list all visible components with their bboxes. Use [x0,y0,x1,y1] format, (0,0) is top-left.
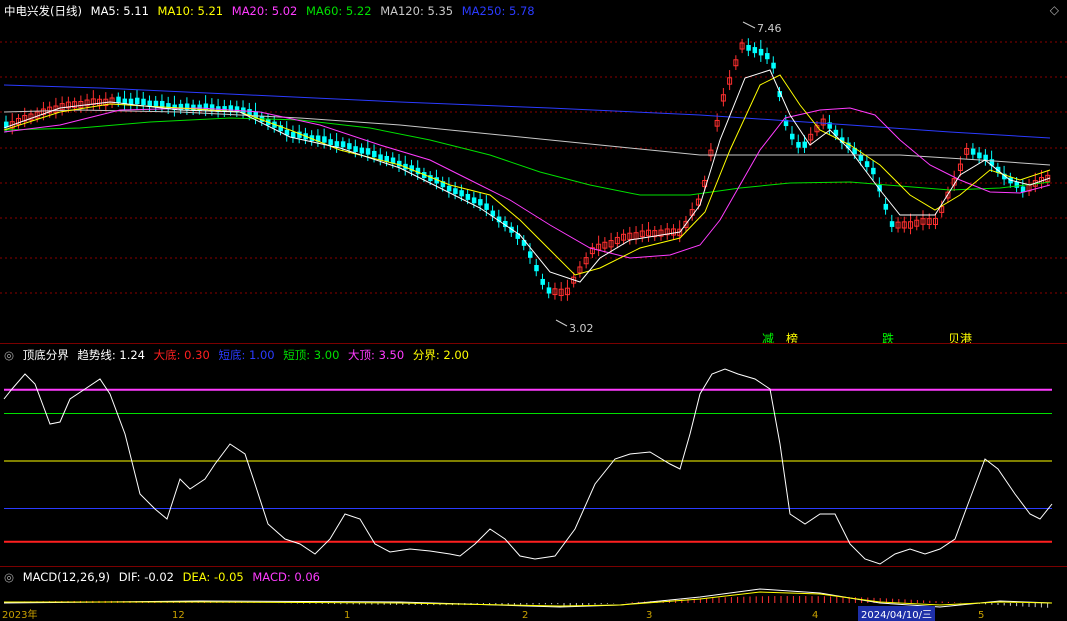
indicator-item: 短底: 1.00 [218,348,275,362]
candle-body [191,104,196,111]
candle-body [521,239,527,246]
macd-item: MACD: 0.06 [252,570,320,584]
candle-body [758,48,764,56]
signal-label: 贝港 [948,332,973,343]
candle-body [802,141,807,148]
candle-body [159,100,165,108]
ma-item: MA250: 5.78 [461,4,535,18]
macd-header: ◎ MACD(12,26,9) DIF: -0.02 DEA: -0.05 MA… [4,570,325,584]
macd-item: DEA: -0.05 [182,570,244,584]
candle-body [864,161,870,168]
candle-body [746,44,751,51]
candle-body [153,100,159,107]
candle-body [340,141,346,148]
x-axis-label: 4 [812,610,819,621]
low-price-label: 3.02 [569,322,594,335]
candle-body [889,221,895,227]
x-axis-label: 3 [646,610,653,621]
candle-body [528,251,533,258]
x-axis-label: 1 [344,610,351,621]
candle-body [322,136,327,143]
ma-item: MA120: 5.35 [380,4,454,18]
ma-item: MA5: 5.11 [90,4,149,18]
candle-body [471,197,477,204]
indicator-toggle-icon[interactable]: ◎ [4,348,14,362]
stock-title: 中电兴发(日线) [4,4,82,18]
low-marker [555,319,568,327]
indicator-header: ◎ 顶底分界 趋势线: 1.24 大底: 0.30 短底: 1.00 短顶: 3… [4,347,474,363]
indicator-name: 顶底分界 [22,348,69,362]
candle-body [877,185,882,192]
candle-body [347,143,352,150]
signal-label: 榜 [786,332,799,343]
selected-date-label: 2024/04/10/三 [858,606,936,621]
candle-body [141,98,146,106]
kline-header: 中电兴发(日线) MA5: 5.11 MA10: 5.21 MA20: 5.02… [4,3,540,19]
candle-body [765,53,770,60]
candle-body [365,148,371,155]
candle-body [883,203,889,210]
candle-body [459,190,464,197]
candle-body [465,193,471,200]
candle-body [540,278,545,285]
x-axis-label: 2 [522,610,529,621]
candle-body [858,154,864,161]
candle-body [334,141,340,147]
candle-body [534,265,539,272]
macd-item: DIF: -0.02 [118,570,174,584]
x-axis-label: 12 [172,610,185,621]
ma-item: MA60: 5.22 [305,4,372,18]
indicator-panel[interactable]: ◎ 顶底分界 趋势线: 1.24 大底: 0.30 短底: 1.00 短顶: 3… [0,343,1067,566]
candle-body [771,62,776,69]
candle-body [871,167,876,175]
indicator-item: 大底: 0.30 [153,348,210,362]
candle-body [546,287,552,294]
candle-body [328,139,333,146]
high-price-label: 7.46 [757,22,782,35]
candle-body [796,142,801,148]
x-axis-label: 5 [978,610,985,621]
ma-item: MA10: 5.21 [157,4,224,18]
candle-body [116,96,121,103]
candle-body [446,185,452,192]
macd-toggle-icon[interactable]: ◎ [4,570,14,584]
candle-body [970,148,976,155]
ma120-line [3,109,1051,166]
signal-label: 跌 [882,332,895,343]
candle-body [478,199,483,206]
macd-panel[interactable]: ◎ MACD(12,26,9) DIF: -0.02 DEA: -0.05 MA… [0,566,1067,621]
kline-chart [0,21,1067,327]
candle-body [453,188,458,195]
ma-item: MA20: 5.02 [231,4,298,18]
high-marker [742,21,756,29]
indicator-chart [3,368,1053,565]
candle-body [128,98,134,105]
candle-body [790,133,795,140]
candle-body [147,100,152,107]
x-axis-label: 2023年 [2,610,38,621]
candle-body [290,131,296,138]
candle-body [353,146,358,152]
indicator-item: 短顶: 3.00 [283,348,340,362]
candle-body [484,203,489,210]
indicator-item: 分界: 2.00 [412,348,469,362]
trend-line [3,368,1053,565]
candle-body [1014,181,1020,188]
candle-body [135,97,140,105]
dif-line [3,588,1053,608]
macd-name: MACD(12,26,9) [22,570,111,584]
indicator-item: 趋势线: 1.24 [77,348,145,362]
candle-body [752,47,758,54]
kline-panel[interactable]: 中电兴发(日线) MA5: 5.11 MA10: 5.21 MA20: 5.02… [0,0,1067,343]
indicator-item: 大顶: 3.50 [348,348,405,362]
candle-body [372,150,377,158]
candle-body [359,147,365,154]
candle-body [977,152,982,159]
signal-label: 减 [762,332,775,343]
candle-body [247,109,252,116]
